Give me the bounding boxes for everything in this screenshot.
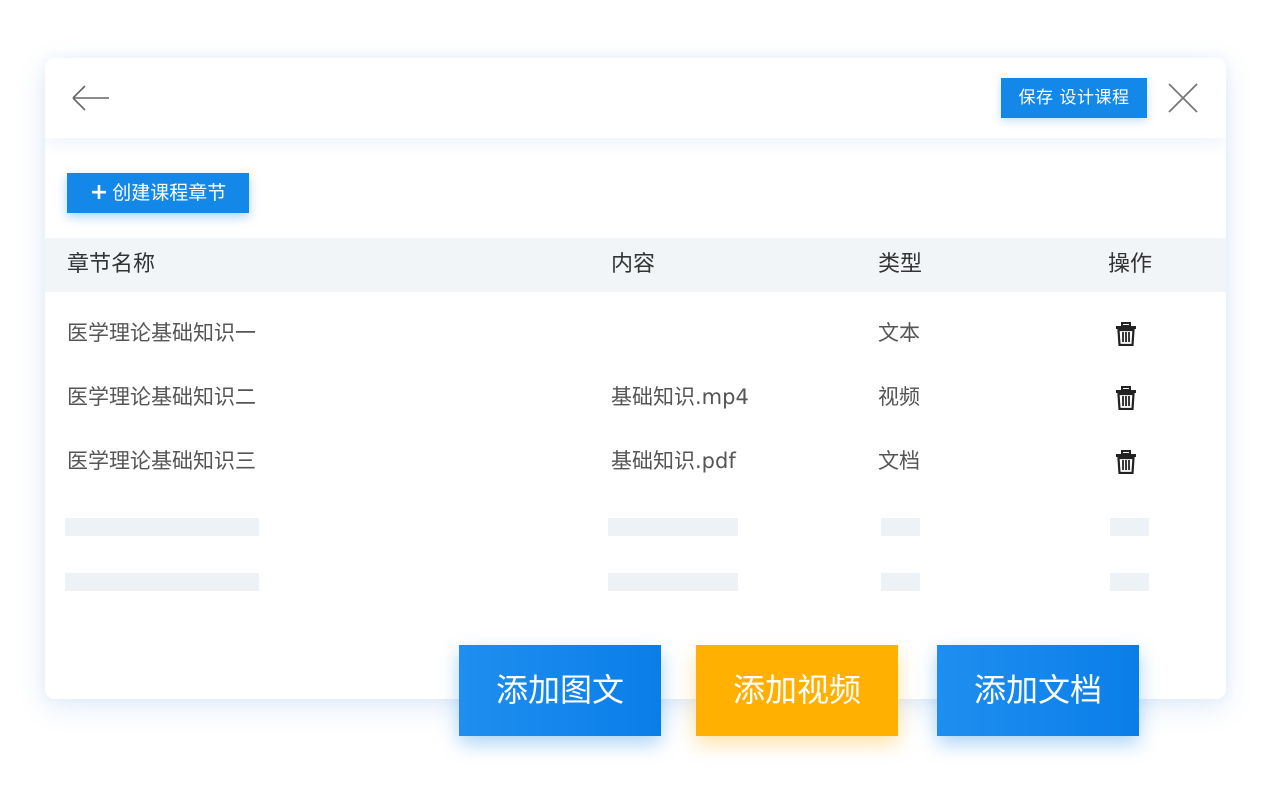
- table-row: 医学理论基础知识三 基础知识.pdf 文档: [45, 429, 1226, 493]
- delete-button[interactable]: [1115, 322, 1137, 347]
- placeholder-bar: [65, 573, 259, 591]
- placeholder-bar: [881, 518, 920, 536]
- trash-icon: [1116, 386, 1136, 411]
- top-bar: 保存 设计课程: [45, 58, 1226, 138]
- column-header-actions: 操作: [1108, 252, 1153, 277]
- placeholder-bar: [608, 518, 738, 536]
- chapter-name-cell: 医学理论基础知识一: [67, 321, 256, 345]
- placeholder-bar: [1110, 518, 1149, 536]
- close-icon: [1168, 83, 1198, 113]
- column-header-type: 类型: [878, 252, 923, 277]
- add-graphic-text-button[interactable]: 添加图文: [459, 645, 661, 736]
- back-button[interactable]: [71, 82, 111, 114]
- type-cell: 文档: [878, 449, 920, 473]
- placeholder-bar: [65, 518, 259, 536]
- back-arrow-icon: [72, 85, 109, 111]
- placeholder-bar: [881, 573, 920, 591]
- plus-icon: +: [89, 180, 109, 205]
- trash-icon: [1116, 322, 1136, 347]
- create-chapter-button[interactable]: + 创建课程章节: [67, 173, 249, 213]
- table-row: 医学理论基础知识一 文本: [45, 301, 1226, 365]
- course-design-panel: 保存 设计课程 + 创建课程章节 章节名称 内容 类型 操作 医学理论基础知识一 …: [45, 58, 1226, 699]
- type-cell: 文本: [878, 321, 920, 345]
- column-header-content: 内容: [611, 252, 656, 277]
- add-document-button[interactable]: 添加文档: [937, 645, 1139, 736]
- type-cell: 视频: [878, 385, 920, 409]
- placeholder-bar: [1110, 573, 1149, 591]
- column-header-chapter-name: 章节名称: [67, 252, 156, 277]
- content-cell: 基础知识.mp4: [611, 385, 749, 409]
- chapter-name-cell: 医学理论基础知识三: [67, 449, 256, 473]
- add-video-button[interactable]: 添加视频: [696, 645, 898, 736]
- stage: 保存 设计课程 + 创建课程章节 章节名称 内容 类型 操作 医学理论基础知识一 …: [0, 0, 1280, 790]
- content-cell: 基础知识.pdf: [611, 449, 736, 473]
- delete-button[interactable]: [1115, 386, 1137, 411]
- placeholder-bar: [608, 573, 738, 591]
- table-row: 医学理论基础知识二 基础知识.mp4 视频: [45, 365, 1226, 429]
- trash-icon: [1116, 450, 1136, 475]
- close-button[interactable]: [1165, 80, 1201, 116]
- save-design-course-button[interactable]: 保存 设计课程: [1001, 78, 1147, 118]
- table-header: 章节名称 内容 类型 操作: [45, 238, 1226, 292]
- chapter-name-cell: 医学理论基础知识二: [67, 385, 256, 409]
- create-chapter-label: 创建课程章节: [112, 182, 227, 204]
- delete-button[interactable]: [1115, 450, 1137, 475]
